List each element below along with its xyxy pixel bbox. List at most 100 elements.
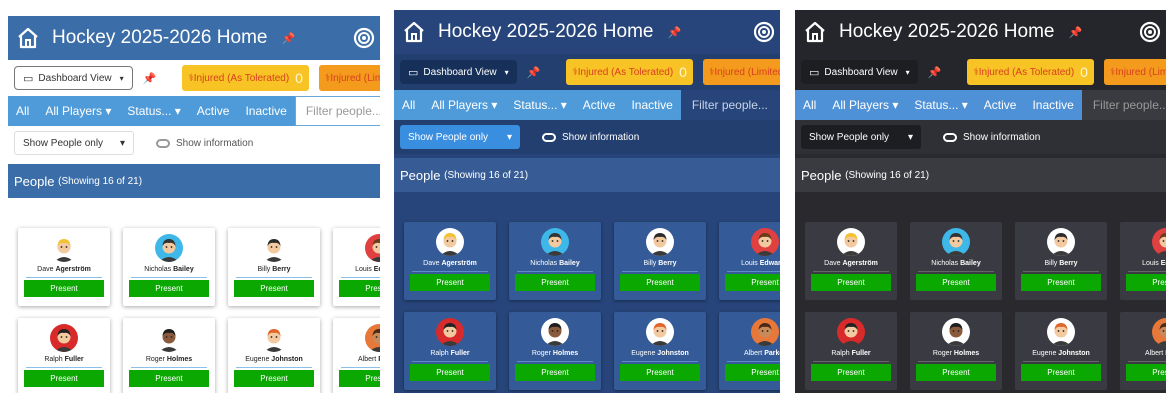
filter-status-dropdown[interactable]: Status... ▾ xyxy=(119,96,189,126)
pin-icon[interactable]: 📌 xyxy=(527,66,541,79)
person-card[interactable]: Nicholas Bailey Present xyxy=(509,222,601,300)
status-present-button[interactable]: Present xyxy=(1021,274,1101,291)
person-card[interactable]: Eugene Johnston Present xyxy=(614,312,706,390)
injured-limited-badge[interactable]: ⚕ Injured (Limited) xyxy=(702,59,780,85)
person-card[interactable]: Roger Holmes Present xyxy=(509,312,601,390)
caret-down-icon: ▾ xyxy=(119,73,124,83)
filter-inactive[interactable]: Inactive xyxy=(1024,90,1082,120)
dashboard-view-button[interactable]: ▭ Dashboard View ▾ xyxy=(400,60,517,84)
status-present-button[interactable]: Present xyxy=(916,274,996,291)
status-present-button[interactable]: Present xyxy=(811,274,891,291)
person-card[interactable]: Nicholas Bailey Present xyxy=(910,222,1002,300)
filter-all[interactable]: All xyxy=(394,90,424,120)
filter-all-players-dropdown[interactable]: All Players ▾ xyxy=(824,90,907,120)
status-present-button[interactable]: Present xyxy=(24,370,104,387)
status-present-button[interactable]: Present xyxy=(515,274,595,291)
status-present-button[interactable]: Present xyxy=(725,364,780,381)
status-present-button[interactable]: Present xyxy=(339,280,380,297)
filter-inactive[interactable]: Inactive xyxy=(623,90,681,120)
filter-status-dropdown[interactable]: Status... ▾ xyxy=(906,90,976,120)
person-card[interactable]: Ralph Fuller Present xyxy=(404,312,496,390)
filter-people-input[interactable]: Filter people... xyxy=(1081,90,1166,120)
people-count: (Showing 16 of 21) xyxy=(58,175,143,187)
person-card[interactable]: Ralph Fuller Present xyxy=(18,318,110,393)
filter-active[interactable]: Active xyxy=(188,96,238,126)
home-icon[interactable] xyxy=(402,20,426,44)
person-card[interactable]: Dave Agerström Present xyxy=(404,222,496,300)
filter-people-input[interactable]: Filter people... xyxy=(294,96,380,126)
options-bar: Show People only ▾ Show information xyxy=(795,120,1166,154)
eye-icon[interactable] xyxy=(352,26,376,50)
filter-all[interactable]: All xyxy=(795,90,825,120)
status-present-button[interactable]: Present xyxy=(410,364,490,381)
person-card[interactable]: Ralph Fuller Present xyxy=(805,312,897,390)
person-card[interactable]: Dave Agerström Present xyxy=(805,222,897,300)
status-present-button[interactable]: Present xyxy=(620,364,700,381)
injured-as-tolerated-badge[interactable]: ⚕ Injured (As Tolerated) 0 xyxy=(967,59,1094,85)
person-card[interactable]: Eugene Johnston Present xyxy=(228,318,320,393)
pin-icon[interactable]: 📌 xyxy=(281,32,295,45)
person-card[interactable]: Louis Edwards Present xyxy=(1120,222,1166,300)
injured-limited-badge[interactable]: ⚕ Injured (Limited) xyxy=(318,65,380,91)
show-information-toggle[interactable]: Show information xyxy=(943,132,1040,143)
people-section-header: People (Showing 16 of 21) xyxy=(795,158,1166,192)
show-select[interactable]: Show People only ▾ xyxy=(14,131,134,155)
person-card[interactable]: Dave Agerström Present xyxy=(18,228,110,306)
status-present-button[interactable]: Present xyxy=(515,364,595,381)
status-present-button[interactable]: Present xyxy=(129,370,209,387)
status-present-button[interactable]: Present xyxy=(725,274,780,291)
show-select[interactable]: Show People only ▾ xyxy=(801,125,921,149)
person-card[interactable]: Roger Holmes Present xyxy=(910,312,1002,390)
pin-icon[interactable]: 📌 xyxy=(928,66,942,79)
person-card[interactable]: Roger Holmes Present xyxy=(123,318,215,393)
filter-active[interactable]: Active xyxy=(975,90,1025,120)
eye-icon[interactable] xyxy=(752,20,776,44)
person-card[interactable]: Nicholas Bailey Present xyxy=(123,228,215,306)
status-present-button[interactable]: Present xyxy=(1126,364,1166,381)
person-card[interactable]: Billy Berry Present xyxy=(228,228,320,306)
filter-all-players-dropdown[interactable]: All Players ▾ xyxy=(423,90,506,120)
home-icon[interactable] xyxy=(16,26,40,50)
dashboard-view-button[interactable]: ▭ Dashboard View ▾ xyxy=(801,60,918,84)
status-present-button[interactable]: Present xyxy=(234,280,314,297)
home-icon[interactable] xyxy=(803,20,827,44)
person-card[interactable]: Eugene Johnston Present xyxy=(1015,312,1107,390)
pin-icon[interactable]: 📌 xyxy=(1068,26,1082,39)
filter-all[interactable]: All xyxy=(8,96,38,126)
status-present-button[interactable]: Present xyxy=(129,280,209,297)
panel-dark-theme: Hockey 2025-2026 Home 📌 ▭ Dashboard View ▾ 📌 ⚕… xyxy=(795,10,1166,393)
status-present-button[interactable]: Present xyxy=(410,274,490,291)
pin-icon[interactable]: 📌 xyxy=(143,72,157,85)
status-present-button[interactable]: Present xyxy=(1021,364,1101,381)
eye-icon[interactable] xyxy=(1138,20,1162,44)
injured-as-tolerated-badge[interactable]: ⚕ Injured (As Tolerated) 0 xyxy=(566,59,693,85)
show-select[interactable]: Show People only ▾ xyxy=(400,125,520,149)
person-card[interactable]: Louis Edwards Present xyxy=(719,222,780,300)
status-present-button[interactable]: Present xyxy=(916,364,996,381)
person-first-name: Ralph xyxy=(831,350,850,357)
show-information-toggle[interactable]: Show information xyxy=(542,132,639,143)
filter-inactive[interactable]: Inactive xyxy=(237,96,295,126)
filter-all-players-dropdown[interactable]: All Players ▾ xyxy=(37,96,120,126)
injured-limited-badge[interactable]: ⚕ Injured (Limited) xyxy=(1103,59,1166,85)
person-card[interactable]: Billy Berry Present xyxy=(1015,222,1107,300)
filter-status-dropdown[interactable]: Status... ▾ xyxy=(505,90,575,120)
person-card[interactable]: Albert Parker Present xyxy=(1120,312,1166,390)
status-present-button[interactable]: Present xyxy=(620,274,700,291)
person-card[interactable]: Albert Parker Present xyxy=(333,318,380,393)
status-present-button[interactable]: Present xyxy=(811,364,891,381)
status-present-button[interactable]: Present xyxy=(1126,274,1166,291)
dashboard-view-button[interactable]: ▭ Dashboard View ▾ xyxy=(14,66,133,90)
filter-people-input[interactable]: Filter people... xyxy=(680,90,780,120)
person-card[interactable]: Billy Berry Present xyxy=(614,222,706,300)
divider xyxy=(622,271,698,272)
status-present-button[interactable]: Present xyxy=(24,280,104,297)
person-card[interactable]: Albert Parker Present xyxy=(719,312,780,390)
status-present-button[interactable]: Present xyxy=(234,370,314,387)
pin-icon[interactable]: 📌 xyxy=(667,26,681,39)
injured-as-tolerated-badge[interactable]: ⚕ Injured (As Tolerated) 0 xyxy=(182,65,309,91)
show-information-toggle[interactable]: Show information xyxy=(156,138,253,149)
status-present-button[interactable]: Present xyxy=(339,370,380,387)
person-card[interactable]: Louis Edwards Present xyxy=(333,228,380,306)
filter-active[interactable]: Active xyxy=(574,90,624,120)
